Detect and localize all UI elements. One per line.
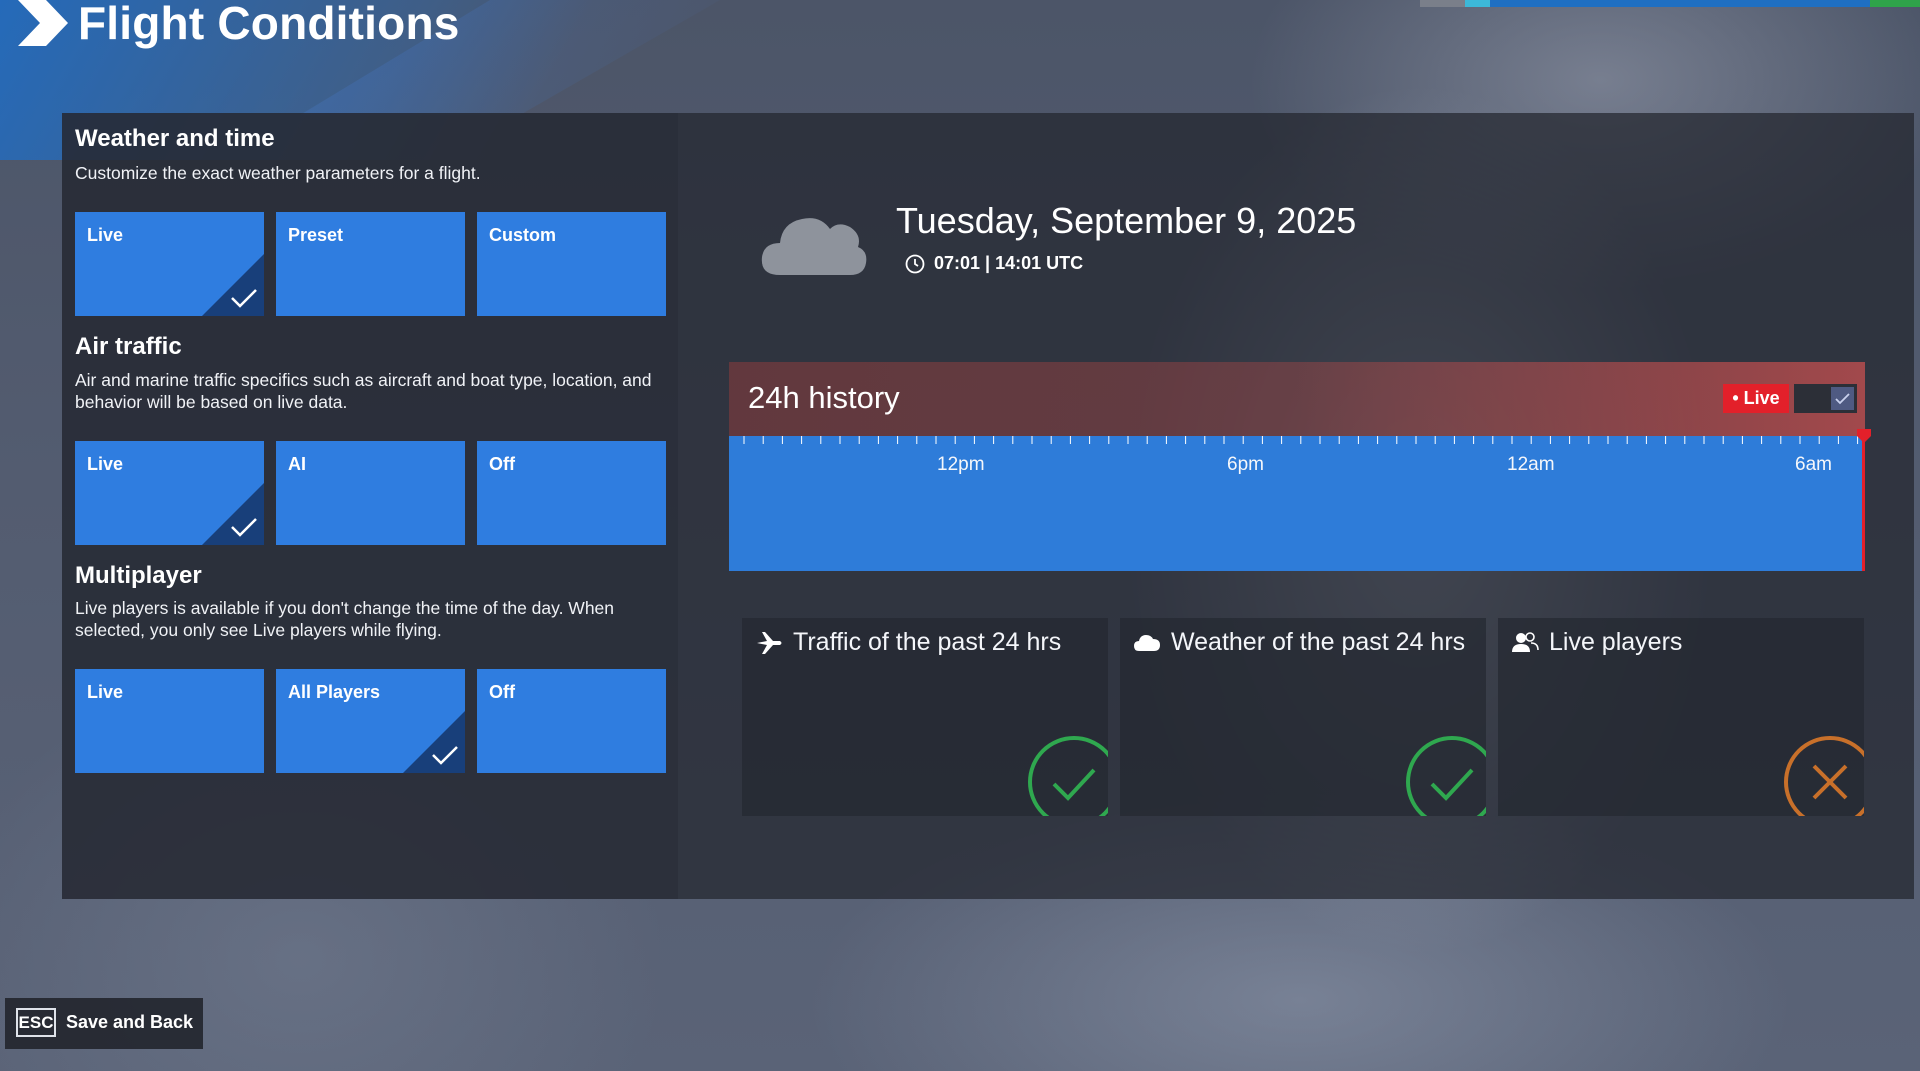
history-header: 24h history • Live	[729, 362, 1865, 436]
check-icon	[202, 483, 264, 545]
weather-time-description: Customize the exact weather parameters f…	[75, 163, 481, 183]
option-label: Live	[87, 682, 124, 702]
tick-label-12am: 12am	[1507, 454, 1555, 475]
airplane-icon	[757, 632, 782, 654]
card-label: Weather of the past 24 hrs	[1171, 628, 1466, 656]
history-track[interactable]: 12pm 6pm 12am 6am	[729, 436, 1865, 571]
close-circle-icon	[1784, 736, 1864, 816]
traffic-option-ai[interactable]: AI	[276, 441, 465, 545]
top-status-strip	[1420, 0, 1920, 7]
multiplayer-title: Multiplayer	[75, 562, 202, 589]
option-label: All Players	[288, 682, 381, 702]
cloud-icon	[1134, 635, 1160, 651]
multiplayer-option-off[interactable]: Off	[477, 669, 666, 773]
weather-time-title: Weather and time	[75, 125, 275, 152]
weather-history-card: Weather of the past 24 hrs	[1120, 618, 1486, 816]
tick-label-6pm: 6pm	[1227, 454, 1264, 475]
clock-icon	[905, 254, 925, 274]
multiplayer-option-all-players[interactable]: All Players	[276, 669, 465, 773]
current-date: Tuesday, September 9, 2025	[896, 200, 1357, 241]
esc-key-hint: ESC	[16, 1008, 56, 1037]
check-icon	[202, 254, 264, 316]
card-label: Traffic of the past 24 hrs	[793, 628, 1062, 656]
history-title: 24h history	[748, 380, 900, 415]
live-toggle-checkbox[interactable]	[1831, 387, 1854, 410]
option-label: Live	[87, 454, 124, 474]
save-and-back-button[interactable]: ESC Save and Back	[5, 998, 203, 1049]
air-traffic-title: Air traffic	[75, 333, 182, 360]
chevron-right-icon	[18, 0, 68, 46]
multiplayer-description: Live players is available if you don't c…	[75, 598, 615, 640]
check-icon	[1835, 393, 1850, 405]
history-timeline: 24h history • Live 12pm 6pm 12am 6am	[729, 362, 1871, 571]
air-traffic-description: Air and marine traffic specifics such as…	[75, 370, 652, 412]
live-toggle[interactable]	[1794, 384, 1857, 413]
timeline-ticks	[743, 436, 1859, 444]
option-label: Custom	[489, 225, 556, 245]
weather-option-preset[interactable]: Preset	[276, 212, 465, 316]
option-label: Live	[87, 225, 124, 245]
check-circle-icon	[1028, 736, 1108, 816]
weather-option-live[interactable]: Live	[75, 212, 264, 316]
traffic-option-off[interactable]: Off	[477, 441, 666, 545]
check-icon	[403, 711, 465, 773]
multiplayer-option-live[interactable]: Live	[75, 669, 264, 773]
traffic-option-live[interactable]: Live	[75, 441, 264, 545]
page-title: Flight Conditions	[78, 0, 460, 49]
current-time-line	[1862, 434, 1865, 571]
live-badge: • Live	[1723, 384, 1789, 413]
option-label: Preset	[288, 225, 344, 245]
card-label: Live players	[1549, 628, 1683, 656]
cloud-icon	[761, 218, 867, 275]
current-time: 07:01 | 14:01 UTC	[934, 253, 1084, 273]
option-label: Off	[489, 454, 515, 474]
tick-label-12pm: 12pm	[937, 454, 985, 475]
option-label: AI	[288, 454, 306, 474]
live-players-card: Live players	[1498, 618, 1864, 816]
players-icon	[1512, 632, 1539, 652]
weather-option-custom[interactable]: Custom	[477, 212, 666, 316]
tick-label-6am: 6am	[1795, 454, 1832, 475]
save-and-back-label: Save and Back	[66, 1012, 194, 1032]
option-label: Off	[489, 682, 515, 702]
check-circle-icon	[1406, 736, 1486, 816]
current-time-marker[interactable]	[1856, 428, 1872, 444]
traffic-history-card: Traffic of the past 24 hrs	[742, 618, 1108, 816]
